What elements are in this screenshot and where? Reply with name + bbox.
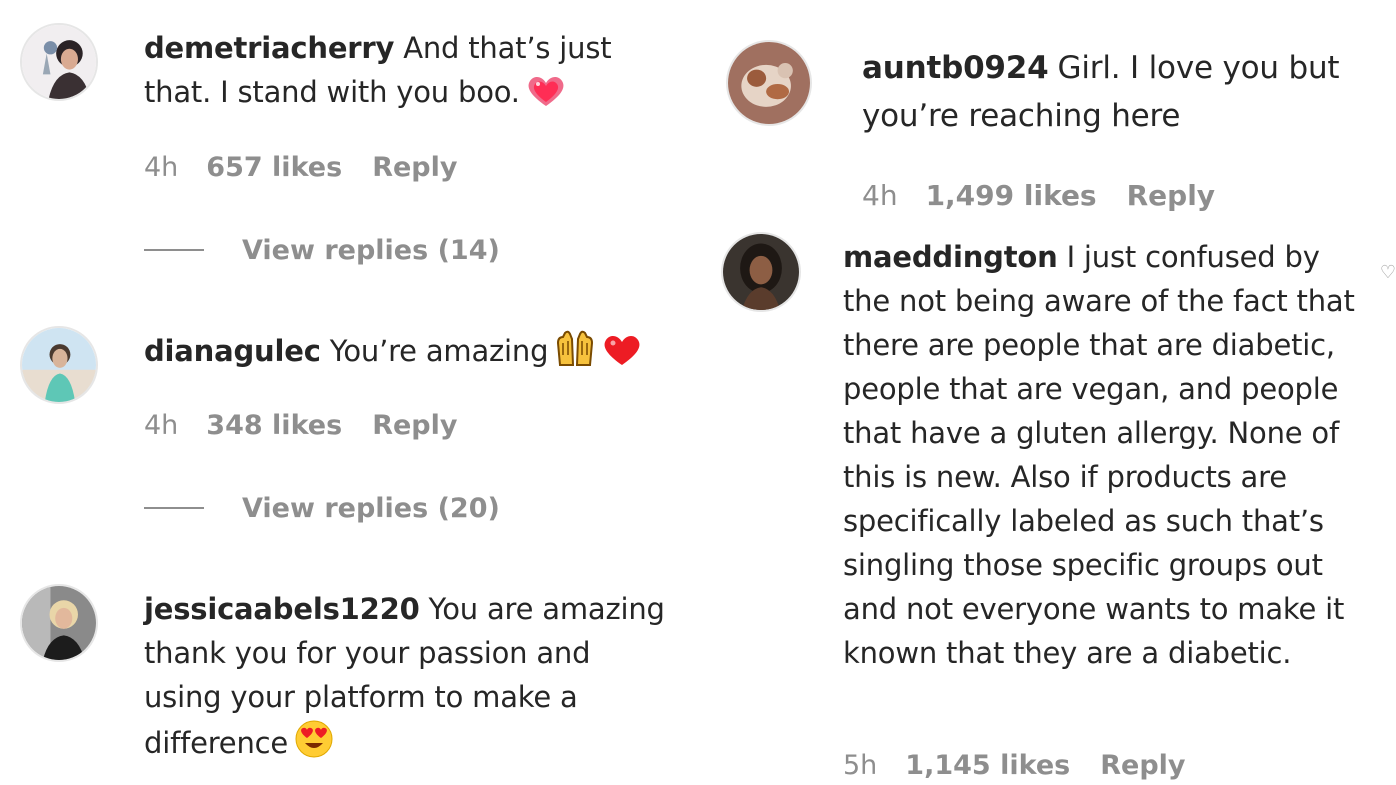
sparkling-heart-icon xyxy=(526,74,566,120)
comment-time: 4h xyxy=(144,152,179,183)
avatar-auntb0924[interactable] xyxy=(726,40,812,126)
comment-username[interactable]: maeddington xyxy=(843,240,1058,274)
comment-time: 5h xyxy=(843,750,878,781)
comment-likes[interactable]: 348 likes xyxy=(206,410,342,441)
reply-button[interactable]: Reply xyxy=(1100,750,1185,781)
comment-body: auntb0924 Girl. I love you but you’re rea… xyxy=(862,44,1382,140)
comment-meta: 4h 1,499 likes Reply xyxy=(862,179,1215,213)
avatar-jessicaabels1220[interactable] xyxy=(20,584,98,662)
avatar-maeddington[interactable] xyxy=(721,232,801,312)
raised-hands-icon xyxy=(554,329,596,379)
comment-body: maeddington I just confused by the not be… xyxy=(843,235,1363,675)
avatar-dianagulec[interactable] xyxy=(20,326,98,404)
comment-meta: 4h 657 likes Reply xyxy=(144,151,457,185)
heart-outline-icon[interactable]: ♡ xyxy=(1380,262,1396,283)
comment-text: I just confused by the not being aware o… xyxy=(843,240,1355,670)
comment-body: dianagulec You’re amazing xyxy=(144,329,684,379)
view-replies-button[interactable]: View replies (20) xyxy=(144,492,500,526)
comment-username[interactable]: demetriacherry xyxy=(144,31,394,65)
comment-username[interactable]: jessicaabels1220 xyxy=(144,592,420,626)
comment-time: 4h xyxy=(862,179,898,212)
avatar-demetriacherry[interactable] xyxy=(20,23,98,101)
view-replies-button[interactable]: View replies (14) xyxy=(144,234,500,268)
comment-likes[interactable]: 657 likes xyxy=(206,152,342,183)
reply-button[interactable]: Reply xyxy=(372,410,457,441)
comment-likes[interactable]: 1,499 likes xyxy=(926,179,1097,212)
comment-text: You’re amazing xyxy=(329,334,549,368)
right-comments-panel: auntb0924 Girl. I love you but you’re rea… xyxy=(707,0,1396,785)
divider-line xyxy=(144,248,204,251)
reply-button[interactable]: Reply xyxy=(1127,179,1215,212)
divider-line xyxy=(144,506,204,509)
comment-likes[interactable]: 1,145 likes xyxy=(905,750,1070,781)
left-comments-panel: demetriacherry And that’s just that. I st… xyxy=(0,0,707,785)
view-replies-label: View replies (20) xyxy=(242,493,500,524)
reply-button[interactable]: Reply xyxy=(372,152,457,183)
comment-body: demetriacherry And that’s just that. I st… xyxy=(144,26,664,120)
comment-meta: 4h 348 likes Reply xyxy=(144,409,457,443)
view-replies-label: View replies (14) xyxy=(242,235,500,266)
comment-time: 4h xyxy=(144,410,179,441)
red-heart-icon xyxy=(602,333,642,379)
comment-username[interactable]: dianagulec xyxy=(144,334,321,368)
comment-body: jessicaabels1220 You are amazing thank yo… xyxy=(144,587,674,771)
comment-meta: 5h 1,145 likes Reply xyxy=(843,749,1186,783)
comment-username[interactable]: auntb0924 xyxy=(862,50,1049,86)
heart-eyes-icon xyxy=(294,719,334,771)
